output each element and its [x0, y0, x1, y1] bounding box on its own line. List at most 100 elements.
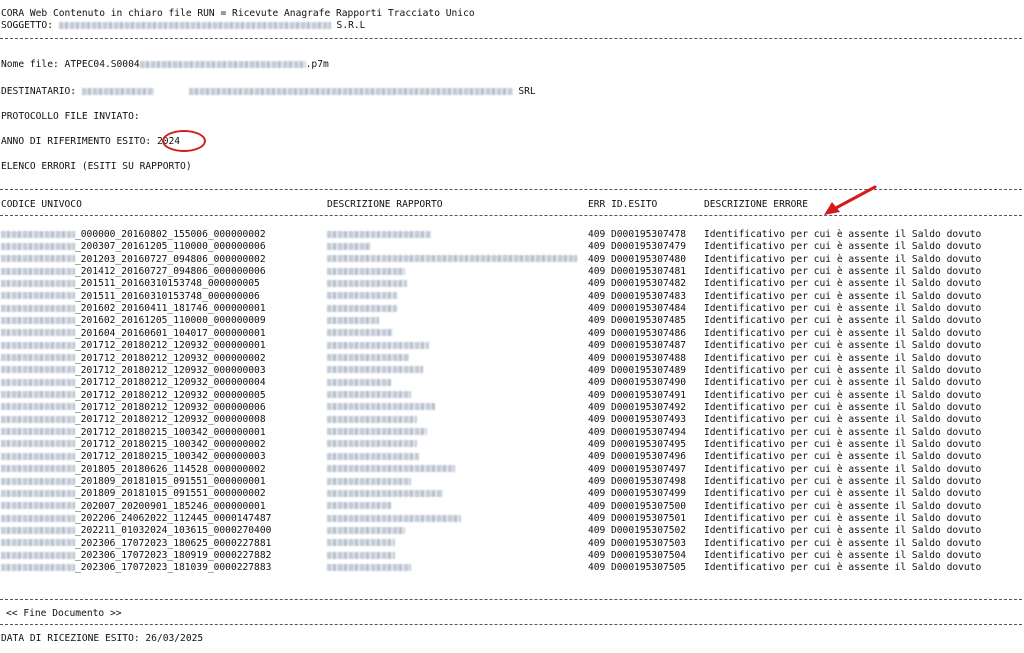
err-cell: 409	[588, 550, 606, 562]
redacted-description	[327, 292, 397, 300]
error-description-cell: Identificativo per cui è assente il Sald…	[704, 327, 982, 339]
table-row: _201712_20180212_120932_000000004 409 D000…	[0, 377, 1024, 389]
separator-line	[0, 38, 1022, 39]
table-row: _201602_20160411_181746_000000001 409 D000…	[0, 303, 1024, 315]
redacted-description	[327, 255, 577, 263]
redacted-code-prefix	[1, 415, 75, 423]
err-cell: 409	[588, 513, 606, 525]
description-cell	[327, 390, 411, 401]
redacted-description	[327, 230, 431, 238]
redacted-code-prefix	[1, 428, 75, 436]
separator-line	[0, 624, 1022, 625]
code-text: _201712_20180212_120932_000000001	[75, 340, 266, 352]
err-cell: 409	[588, 562, 606, 574]
code-cell: _202306_17072023_181039_0000227883	[1, 562, 271, 573]
err-cell: 409	[588, 303, 606, 315]
error-description-cell: Identificativo per cui è assente il Sald…	[704, 364, 982, 376]
table-row: _201412_20160727_094806_000000006 409 D000…	[0, 266, 1024, 278]
table-row: _201805_20180626_114528_000000002 409 D000…	[0, 464, 1024, 476]
redacted-description	[327, 279, 407, 287]
esito-id-cell: D000195307478	[611, 229, 687, 240]
description-cell	[327, 241, 371, 252]
document-title: CORA Web Contenuto in chiaro file RUN = …	[1, 8, 475, 19]
redacted-description	[327, 526, 405, 534]
error-description-cell: Identificativo per cui è assente il Sald…	[704, 229, 982, 240]
code-text: _201203_20160727_094806_000000002	[75, 253, 266, 265]
description-cell	[327, 402, 435, 413]
code-text: _201712_20180215_100342_000000002	[75, 438, 266, 450]
receipt-date-label: DATA DI RICEZIONE ESITO:	[1, 633, 140, 644]
subject-line: SOGGETTO: S.R.L	[1, 20, 365, 32]
description-cell	[327, 476, 411, 487]
redacted-description	[327, 477, 411, 485]
error-description-cell: Identificativo per cui è assente il Sald…	[704, 290, 982, 302]
description-cell	[327, 340, 429, 351]
esito-id-cell: D000195307480	[611, 253, 687, 265]
err-cell: 409	[588, 327, 606, 339]
code-text: _201805_20180626_114528_000000002	[75, 463, 266, 475]
description-cell	[327, 513, 461, 524]
error-description-cell: Identificativo per cui è assente il Sald…	[704, 241, 982, 253]
table-row: _201809_20181015_091551_000000001 409 D000…	[0, 476, 1024, 488]
code-text: _201809_20181015_091551_000000002	[75, 488, 266, 500]
separator-line	[0, 599, 1022, 600]
err-cell: 409	[588, 389, 606, 401]
error-description-cell: Identificativo per cui è assente il Sald…	[704, 525, 982, 537]
err-cell: 409	[588, 414, 606, 426]
code-text: _201604_20160601_104017_000000001	[75, 327, 266, 339]
table-row: _201712_20180212_120932_000000003 409 D000…	[0, 365, 1024, 377]
redacted-code-prefix	[1, 502, 75, 510]
redacted-code-prefix	[1, 563, 75, 571]
code-cell: _201712_20180215_100342_000000002	[1, 439, 266, 450]
file-name-prefix: ATPEC04.S0004	[64, 59, 140, 70]
error-description-cell: Identificativo per cui è assente il Sald…	[704, 488, 982, 500]
table-row: _202306_17072023_180625_0000227881 409 D00…	[0, 538, 1024, 550]
err-cell: 409	[588, 253, 606, 265]
code-text: _202007_20200901_185246_000000001	[75, 500, 266, 512]
description-cell	[327, 464, 455, 475]
esito-id-cell: D000195307494	[611, 426, 687, 438]
error-description-cell: Identificativo per cui è assente il Sald…	[704, 537, 982, 549]
subject-suffix: S.R.L	[336, 20, 366, 31]
description-cell	[327, 427, 427, 438]
esito-id-cell: D000195307486	[611, 327, 687, 339]
redacted-description	[327, 502, 391, 510]
description-cell	[327, 525, 405, 536]
file-name-line: Nome file: ATPEC04.S0004 .p7m	[1, 59, 329, 71]
description-cell	[327, 315, 379, 326]
error-description-cell: Identificativo per cui è assente il Sald…	[704, 463, 982, 475]
error-description-cell: Identificativo per cui è assente il Sald…	[704, 377, 982, 389]
receipt-date-value: 26/03/2025	[145, 633, 204, 644]
redacted-code-prefix	[1, 526, 75, 534]
description-cell	[327, 303, 397, 314]
redacted-description	[327, 428, 427, 436]
table-row: _201511_20160310153748_000000006 409 D0001…	[0, 291, 1024, 303]
err-cell: 409	[588, 241, 606, 253]
esito-id-cell: D000195307481	[611, 266, 687, 278]
code-cell: _201712_20180212_120932_000000008	[1, 414, 266, 425]
code-cell: _201712_20180212_120932_000000003	[1, 365, 266, 376]
redacted-description	[327, 415, 417, 423]
code-cell: _201712_20180212_120932_000000005	[1, 390, 266, 401]
esito-id-cell: D000195307501	[611, 513, 687, 525]
file-name-label: Nome file:	[1, 59, 59, 70]
table-row: _201602_20161205_110000_000000009 409 D000…	[0, 315, 1024, 327]
redacted-description	[327, 514, 461, 522]
year-label: ANNO DI RIFERIMENTO ESITO:	[1, 136, 152, 147]
redacted-code-prefix	[1, 391, 75, 399]
code-text: _000000_20160802_155006_000000002	[75, 229, 266, 240]
redacted-code-prefix	[1, 465, 75, 473]
table-row: _200307_20161205_110000_000000006 409 D000…	[0, 241, 1024, 253]
protocol-line: PROTOCOLLO FILE INVIATO:	[1, 111, 140, 123]
redacted-description	[327, 354, 409, 361]
description-cell	[327, 501, 391, 512]
code-text: _201712_20180215_100342_000000003	[75, 451, 266, 463]
redacted-code-prefix	[1, 403, 75, 411]
err-cell: 409	[588, 278, 606, 290]
table-row: _201604_20160601_104017_000000001 409 D000…	[0, 328, 1024, 340]
code-text: _201412_20160727_094806_000000006	[75, 266, 266, 278]
code-text: _202306_17072023_180625_0000227881	[75, 537, 272, 549]
err-cell: 409	[588, 476, 606, 487]
table-row: _202306_17072023_181039_0000227883 409 D00…	[0, 562, 1024, 574]
receipt-date-line: DATA DI RICEZIONE ESITO: 26/03/2025	[1, 633, 203, 645]
